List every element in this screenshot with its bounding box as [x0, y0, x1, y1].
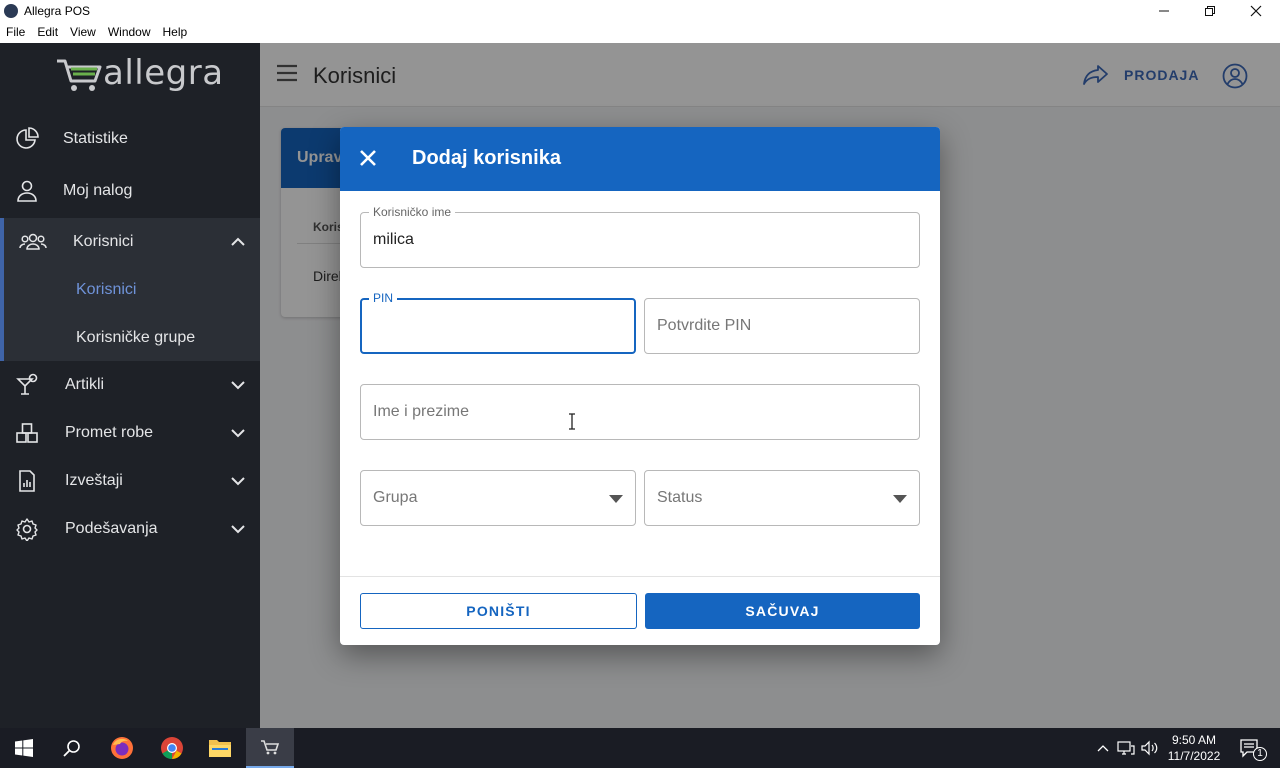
gear-icon — [16, 518, 38, 541]
text-cursor-icon — [569, 413, 575, 430]
username-label: Korisničko ime — [369, 205, 456, 219]
status-placeholder: Status — [657, 489, 703, 506]
menu-view[interactable]: View — [64, 22, 102, 43]
network-icon — [1117, 741, 1135, 755]
fullname-field[interactable]: Ime i prezime — [360, 384, 920, 440]
close-window-button[interactable] — [1233, 0, 1279, 22]
chevron-down-icon — [231, 525, 245, 534]
folder-icon — [209, 740, 231, 757]
people-icon — [19, 233, 47, 250]
volume-icon — [1141, 740, 1158, 756]
dialog-header: Dodaj korisnika — [340, 127, 940, 191]
pie-chart-icon — [16, 127, 39, 149]
logo: allegra — [55, 53, 224, 95]
chevron-down-icon — [231, 381, 245, 390]
sidebar-item-label: Statistike — [63, 130, 128, 147]
chevron-down-icon — [231, 429, 245, 438]
menu-window[interactable]: Window — [102, 22, 157, 43]
clock-date: 11/7/2022 — [1167, 749, 1221, 763]
sidebar-subitem-korisnici[interactable]: Korisnici — [76, 281, 136, 299]
menu-file[interactable]: File — [0, 22, 31, 43]
sidebar-item-label: Promet robe — [65, 424, 154, 441]
boxes-icon — [16, 423, 38, 443]
logo-text: allegra — [103, 53, 224, 93]
pin-label: PIN — [369, 291, 398, 305]
pin-field[interactable]: PIN — [360, 291, 636, 354]
firefox-icon — [111, 737, 133, 759]
sidebar-item-moj-nalog[interactable]: Moj nalog — [0, 167, 260, 215]
dropdown-arrow-icon — [609, 495, 623, 503]
chevron-down-icon — [231, 477, 245, 486]
taskbar-chrome[interactable] — [148, 728, 196, 768]
sidebar-item-label: Moj nalog — [63, 182, 133, 199]
restore-icon — [1205, 6, 1215, 16]
window-titlebar: Allegra POS — [0, 0, 1280, 22]
taskbar-allegra-pos[interactable] — [246, 728, 294, 768]
sidebar-group-korisnici: Korisnici Korisnici Korisničke grupe — [0, 218, 260, 361]
group-select[interactable]: Grupa — [360, 470, 636, 526]
chevron-up-icon — [1097, 745, 1109, 752]
close-dialog-icon[interactable] — [357, 147, 379, 169]
cart-logo-icon — [57, 59, 102, 91]
cart-icon — [261, 740, 280, 755]
confirm-pin-placeholder: Potvrdite PIN — [657, 317, 752, 334]
status-select[interactable]: Status — [644, 470, 920, 526]
close-icon — [1250, 5, 1262, 17]
sidebar: allegra Statistike Moj nalog Korisnici K… — [0, 43, 260, 728]
restore-button[interactable] — [1187, 0, 1233, 22]
fullname-placeholder: Ime i prezime — [373, 403, 470, 420]
add-user-dialog: Dodaj korisnika Korisničko ime milica PI… — [340, 127, 940, 645]
minimize-icon — [1159, 10, 1169, 12]
search-icon — [63, 740, 80, 757]
dialog-title: Dodaj korisnika — [412, 147, 561, 169]
search-button[interactable] — [48, 728, 96, 768]
menu-bar: File Edit View Window Help — [0, 22, 1280, 43]
sidebar-item-label: Korisnici — [73, 233, 134, 250]
sidebar-item-label: Podešavanja — [65, 520, 158, 537]
minimize-button[interactable] — [1141, 0, 1187, 22]
username-field[interactable]: Korisničko ime milica — [360, 205, 920, 268]
confirm-pin-field[interactable]: Potvrdite PIN — [644, 298, 920, 354]
menu-help[interactable]: Help — [157, 22, 194, 43]
sidebar-item-label: Izveštaji — [65, 472, 123, 489]
taskbar: 9:50 AM 11/7/2022 1 — [0, 728, 1280, 768]
sidebar-item-podesavanja[interactable]: Podešavanja — [0, 505, 260, 553]
save-button[interactable]: SAČUVAJ — [645, 593, 920, 629]
sidebar-item-promet-robe[interactable]: Promet robe — [0, 409, 260, 457]
app-icon — [4, 4, 18, 18]
cancel-button[interactable]: PONIŠTI — [360, 593, 637, 629]
sidebar-item-label: Artikli — [65, 376, 105, 393]
notification-center-button[interactable]: 1 — [1234, 728, 1267, 768]
taskbar-firefox[interactable] — [98, 728, 146, 768]
notification-count-badge: 1 — [1253, 747, 1267, 761]
group-placeholder: Grupa — [373, 489, 418, 506]
window-title: Allegra POS — [24, 4, 91, 18]
taskbar-file-explorer[interactable] — [196, 728, 244, 768]
chrome-icon — [161, 737, 183, 759]
taskbar-clock[interactable]: 9:50 AM 11/7/2022 — [1158, 732, 1230, 764]
tray-network[interactable] — [1116, 728, 1136, 768]
clock-time: 9:50 AM — [1171, 733, 1217, 747]
chevron-up-icon — [231, 237, 245, 246]
cocktail-icon — [16, 373, 38, 395]
start-button[interactable] — [0, 728, 48, 768]
menu-edit[interactable]: Edit — [31, 22, 64, 43]
person-icon — [17, 180, 37, 202]
tray-volume[interactable] — [1140, 728, 1160, 768]
sidebar-item-izvestaji[interactable]: Izveštaji — [0, 457, 260, 505]
sidebar-item-statistike[interactable]: Statistike — [0, 115, 260, 163]
dialog-footer-divider — [340, 576, 940, 577]
windows-icon — [15, 739, 33, 757]
tray-chevron-up[interactable] — [1094, 728, 1112, 768]
sidebar-item-artikli[interactable]: Artikli — [0, 361, 260, 409]
sidebar-item-korisnici[interactable]: Korisnici — [0, 218, 260, 266]
dropdown-arrow-icon — [893, 495, 907, 503]
report-icon — [19, 470, 35, 492]
sidebar-subitem-korisnicke-grupe[interactable]: Korisničke grupe — [76, 329, 195, 347]
username-value: milica — [373, 231, 414, 248]
